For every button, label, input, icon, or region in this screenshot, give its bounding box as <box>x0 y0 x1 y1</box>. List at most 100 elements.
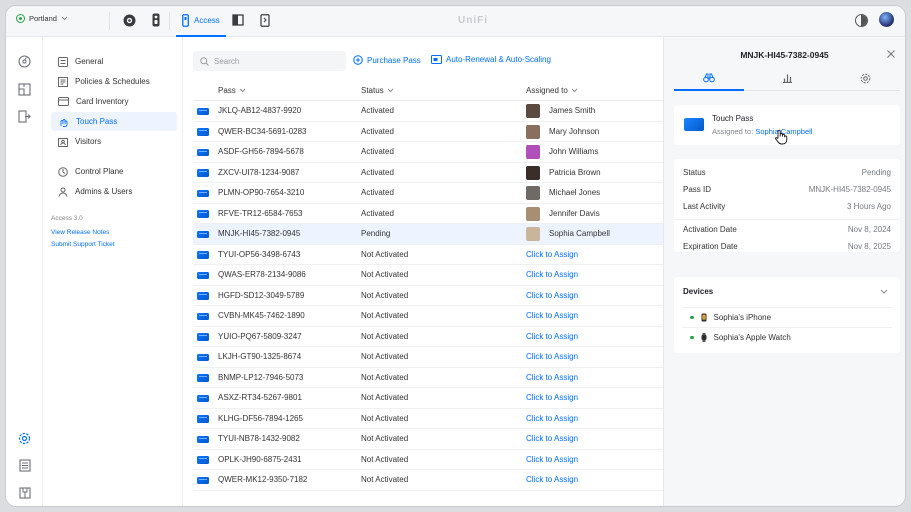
tab-access[interactable]: Access <box>176 6 226 37</box>
click-to-assign-link[interactable]: Click to Assign <box>526 250 578 259</box>
table-row[interactable]: OPLK-JH90-6875-2431 Not Activated Click to… <box>193 450 663 470</box>
detail-key: Last Activity <box>683 202 726 211</box>
click-to-assign-link[interactable]: Click to Assign <box>526 311 578 320</box>
tab-overview[interactable] <box>674 73 744 91</box>
door-hub-icon[interactable] <box>231 13 245 27</box>
table-row[interactable]: TYUI-NB78-1432-9082 Not Activated Click to… <box>193 429 663 450</box>
online-dot <box>690 315 694 320</box>
table-row[interactable]: TYUI-OP56-3498-6743 Not Activated Click to… <box>193 245 663 265</box>
table-row[interactable]: ASDF-GH56-7894-5678 Activated John William… <box>193 142 663 163</box>
settings-gear-icon[interactable] <box>18 432 31 445</box>
theme-toggle-icon[interactable] <box>855 14 868 27</box>
touch-pass-card-icon <box>197 210 209 218</box>
site-name: Portland <box>29 14 57 23</box>
column-status[interactable]: Status <box>361 86 394 95</box>
pass-id: PLMN-OP90-7654-3210 <box>218 188 305 197</box>
touch-pass-card-icon <box>197 374 209 382</box>
touch-pass-card-icon <box>197 128 209 136</box>
auto-renewal-icon <box>431 55 442 64</box>
intercom-app-icon[interactable] <box>149 13 163 27</box>
table-row[interactable]: ASXZ-RT34-5267-9801 Not Activated Click to… <box>193 388 663 409</box>
click-to-assign-link[interactable]: Click to Assign <box>526 475 578 484</box>
table-row[interactable]: LKJH-GT90-1325-8674 Not Activated Click to… <box>193 347 663 368</box>
pass-status: Activated <box>361 106 394 115</box>
top-bar: Portland Access UniFi <box>6 6 905 37</box>
nav-item-general[interactable]: General <box>51 52 177 71</box>
table-row[interactable]: RFVE-TR12-6584-7653 Activated Jennifer Dav… <box>193 204 663 224</box>
tab-insights[interactable] <box>752 73 822 91</box>
click-to-assign-link[interactable]: Click to Assign <box>526 270 578 279</box>
table-row[interactable]: QWER-BC34-5691-0283 Activated Mary Johnson <box>193 122 663 142</box>
door-log-icon[interactable] <box>18 110 31 123</box>
support-ticket-link[interactable]: Submit Support Ticket <box>51 241 115 248</box>
pass-id: OPLK-JH90-6875-2431 <box>218 454 302 464</box>
table-row[interactable]: QWER-MK12-9350-7182 Not Activated Click to… <box>193 470 663 491</box>
app-version: Access 3.0 <box>51 215 83 222</box>
user-avatar[interactable] <box>879 12 894 27</box>
nav-label: Policies & Schedules <box>75 77 150 86</box>
nav-item-admins[interactable]: Admins & Users <box>51 182 177 201</box>
table-row[interactable]: HGFD-SD12-3049-5789 Not Activated Click to… <box>193 286 663 306</box>
click-to-assign-link[interactable]: Click to Assign <box>526 434 578 443</box>
pass-id: CVBN-MK45-7462-1890 <box>218 311 305 320</box>
table-row[interactable]: CVBN-MK45-7462-1890 Not Activated Click to… <box>193 306 663 327</box>
table-row[interactable]: JKLQ-AB12-4837-9920 Activated James Smith <box>193 101 663 122</box>
device-row-watch[interactable]: Sophia's Apple Watch <box>682 327 892 347</box>
table-row[interactable]: PLMN-OP90-7654-3210 Activated Michael Jone… <box>193 183 663 204</box>
device-row-phone[interactable]: Sophia's iPhone <box>682 307 892 327</box>
table-row[interactable]: KLHG-DF56-7894-1265 Not Activated Click to… <box>193 409 663 429</box>
notes-icon[interactable] <box>18 459 31 472</box>
click-to-assign-link[interactable]: Click to Assign <box>526 291 578 300</box>
click-to-assign-link[interactable]: Click to Assign <box>526 373 578 382</box>
touch-pass-card-icon <box>197 312 209 320</box>
floorplan-icon[interactable] <box>18 83 31 96</box>
click-to-assign-link[interactable]: Click to Assign <box>526 414 578 423</box>
table-row[interactable]: BNMP-LP12-7946-5073 Not Activated Click to… <box>193 368 663 388</box>
click-to-assign-link[interactable]: Click to Assign <box>526 393 578 402</box>
touch-pass-card-icon <box>197 435 209 443</box>
assigned-user: James Smith <box>549 106 596 115</box>
admins-icon <box>58 187 68 197</box>
release-notes-link[interactable]: View Release Notes <box>51 229 109 236</box>
click-to-assign-link[interactable]: Click to Assign <box>526 455 578 464</box>
protect-app-icon[interactable] <box>122 13 136 27</box>
table-row[interactable]: QWAS-ER78-2134-9086 Not Activated Click to… <box>193 265 663 286</box>
divider <box>169 12 170 30</box>
table-row[interactable]: MNJK-HI45-7382-0945 Pending Sophia Campbel… <box>193 224 663 245</box>
pass-status: Not Activated <box>361 454 409 464</box>
column-assigned[interactable]: Assigned to <box>526 86 578 95</box>
pass-type: Touch Pass <box>712 114 754 123</box>
pass-status: Not Activated <box>361 372 409 382</box>
pass-status: Not Activated <box>361 311 409 320</box>
device-name: Sophia's Apple Watch <box>713 333 791 342</box>
detail-row: Expiration Date Nov 8, 2025 <box>683 242 891 251</box>
nav-item-touch-pass[interactable]: Touch Pass <box>51 112 177 131</box>
purchase-pass-button[interactable]: Purchase Pass <box>353 55 421 65</box>
pass-id: ASXZ-RT34-5267-9801 <box>218 393 302 402</box>
column-pass[interactable]: Pass <box>218 86 246 95</box>
click-to-assign-link[interactable]: Click to Assign <box>526 352 578 361</box>
pass-id: QWER-BC34-5691-0283 <box>218 126 307 136</box>
nav-label: Touch Pass <box>76 117 118 126</box>
reader-device-icon[interactable] <box>258 13 272 27</box>
devices-card: Devices Sophia's iPhone Sophia's Apple W… <box>674 277 900 353</box>
table-row[interactable]: ZXCV-UI78-1234-9087 Activated Patricia Bro… <box>193 163 663 183</box>
column-status-label: Status <box>361 86 384 95</box>
detail-key: Status <box>683 168 706 177</box>
site-selector[interactable]: Portland <box>16 14 68 23</box>
touch-pass-card-icon <box>197 107 209 115</box>
nav-item-control-plane[interactable]: Control Plane <box>51 162 177 181</box>
chevron-down-icon[interactable] <box>880 289 888 294</box>
auto-renewal-button[interactable]: Auto-Renewal & Auto-Scaling <box>431 55 551 64</box>
tab-settings[interactable] <box>830 73 900 91</box>
topology-icon[interactable] <box>18 486 31 499</box>
pass-id: RFVE-TR12-6584-7653 <box>218 208 303 218</box>
nav-item-card-inventory[interactable]: Card Inventory <box>51 92 177 111</box>
click-to-assign-link[interactable]: Click to Assign <box>526 332 578 341</box>
dashboard-icon[interactable] <box>18 55 31 68</box>
table-row[interactable]: YUIO-PQ67-5809-3247 Not Activated Click to… <box>193 327 663 347</box>
close-icon[interactable] <box>886 49 896 59</box>
nav-item-policies[interactable]: Policies & Schedules <box>51 72 177 91</box>
search-input[interactable]: Search <box>193 51 346 71</box>
nav-item-visitors[interactable]: Visitors <box>51 132 177 151</box>
